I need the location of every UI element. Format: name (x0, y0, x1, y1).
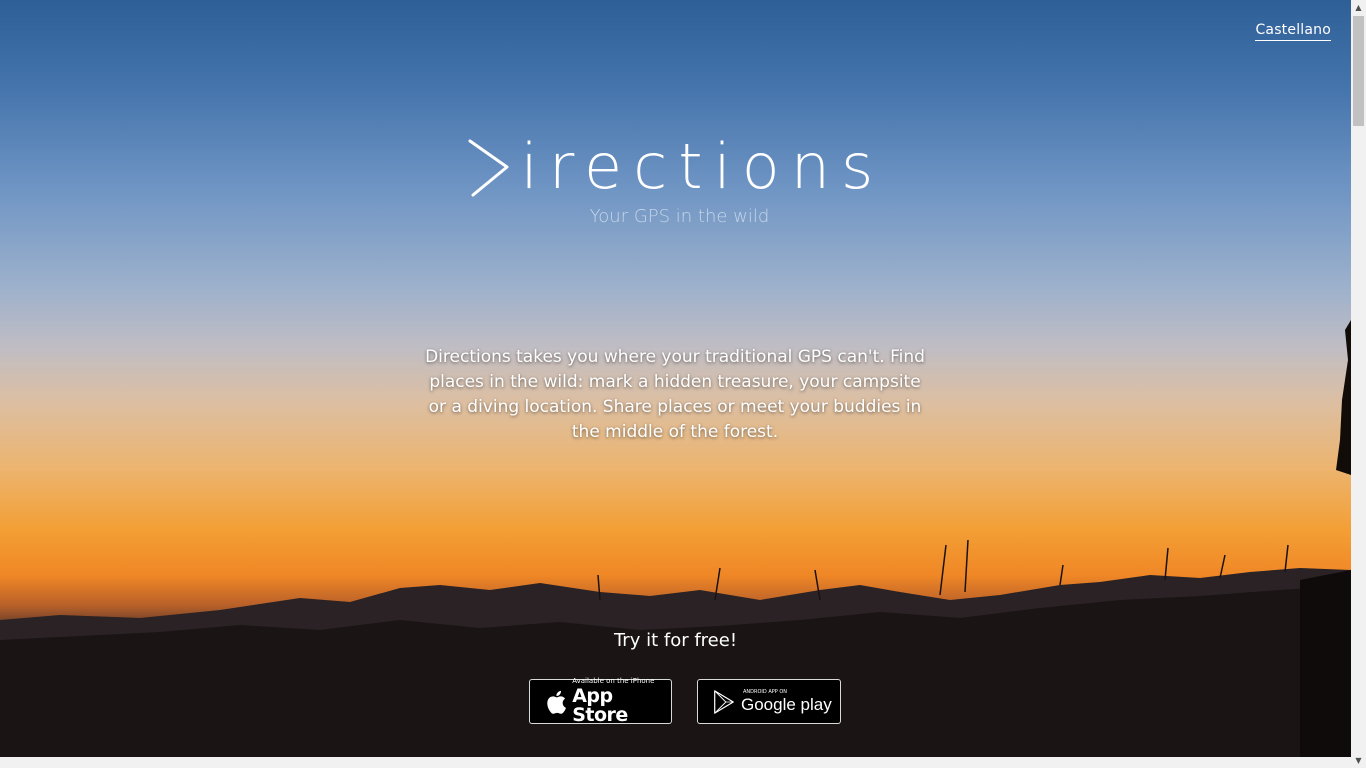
logo-text: irections (520, 130, 885, 203)
tagline: Your GPS in the wild (589, 206, 770, 227)
vertical-scrollbar[interactable]: ▲ ▼ (1351, 0, 1366, 768)
apple-icon (547, 690, 567, 714)
chevron-right-icon (468, 139, 509, 197)
play-icon (714, 689, 734, 714)
app-store-small-label: Available on the iPhone (572, 677, 655, 685)
scroll-down-arrow-icon[interactable]: ▼ (1351, 753, 1366, 768)
hero-description: Directions takes you where your traditio… (425, 347, 925, 442)
google-play-button[interactable]: ANDROID APP ON Google play (697, 679, 841, 724)
scroll-up-arrow-icon[interactable]: ▲ (1351, 0, 1366, 15)
logo: irections (0, 135, 1351, 203)
app-store-button[interactable]: Available on the iPhone App Store (529, 677, 672, 726)
hero-background: Castellano irections Your GPS in the wil… (0, 0, 1351, 757)
cta-text: Try it for free! (613, 630, 738, 651)
language-link[interactable]: Castellano (1255, 22, 1331, 41)
app-store-big-label: App Store (572, 685, 628, 726)
scroll-thumb[interactable] (1353, 16, 1364, 126)
horizontal-scrollbar[interactable] (0, 757, 1351, 768)
google-play-big-label: Google play (741, 695, 832, 714)
